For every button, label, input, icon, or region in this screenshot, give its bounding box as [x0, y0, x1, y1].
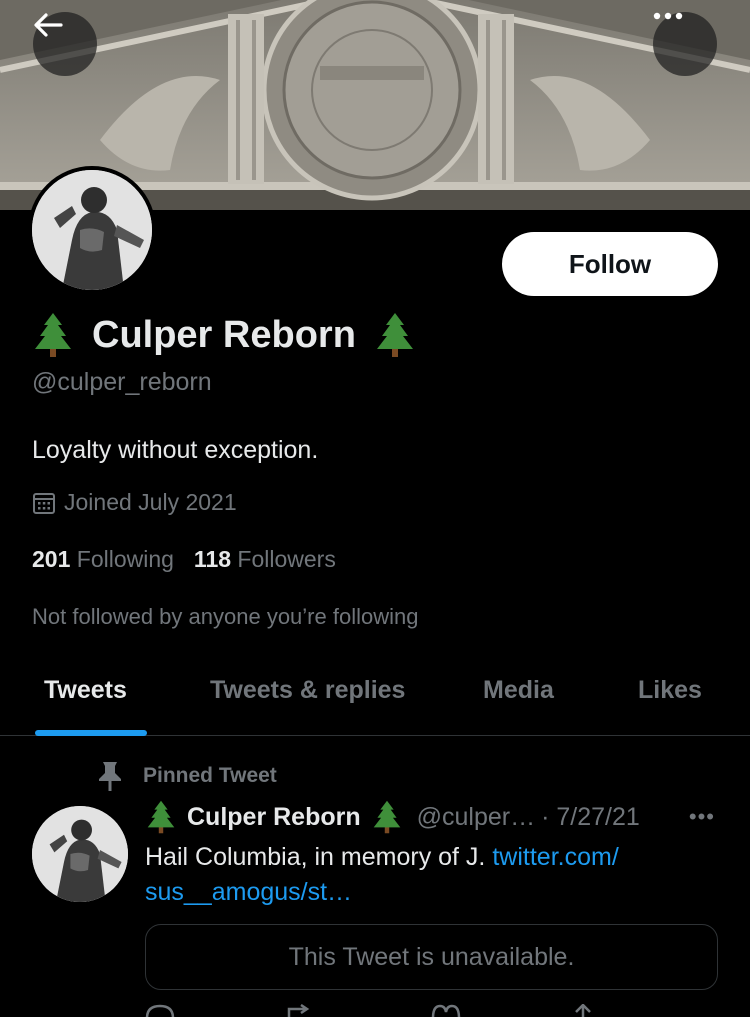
- like-icon[interactable]: [431, 1004, 461, 1017]
- tab-tweets-replies[interactable]: Tweets & replies: [210, 676, 405, 705]
- profile-tabs: Tweets Tweets & replies Media Likes: [0, 662, 750, 736]
- profile-bio: Loyalty without exception.: [32, 436, 319, 464]
- evergreen-tree-icon: [376, 313, 413, 357]
- tweet-text: Hail Columbia, in memory of J. twitter.c…: [145, 840, 705, 910]
- profile-avatar[interactable]: [28, 166, 156, 294]
- tab-likes[interactable]: Likes: [638, 676, 702, 705]
- followers-link[interactable]: 118 Followers: [194, 546, 336, 573]
- following-label: Following: [76, 546, 174, 572]
- back-button[interactable]: [33, 12, 97, 76]
- tweet-actions: [145, 1004, 625, 1017]
- joined-text: Joined July 2021: [64, 489, 237, 515]
- joined-date: Joined July 2021: [32, 489, 237, 516]
- tweet-header: Culper Reborn @culper… · 7/27/21 •••: [145, 800, 725, 834]
- tab-media[interactable]: Media: [483, 676, 554, 705]
- tweet-date[interactable]: · 7/27/21: [541, 803, 640, 832]
- followers-label: Followers: [237, 546, 336, 572]
- following-link[interactable]: 201 Following: [32, 546, 174, 573]
- tweet-author-avatar[interactable]: [32, 806, 128, 902]
- reply-icon[interactable]: [145, 1004, 175, 1017]
- tweet-author-handle[interactable]: @culper…: [417, 803, 535, 832]
- display-name: Culper Reborn: [32, 312, 416, 358]
- profile-handle: @culper_reborn: [32, 368, 212, 396]
- tweet-body: Hail Columbia, in memory of J.: [145, 843, 486, 871]
- display-name-text: Culper Reborn: [92, 313, 356, 356]
- active-tab-indicator: [35, 730, 147, 736]
- evergreen-tree-icon: [147, 800, 175, 834]
- pin-icon: [99, 762, 121, 791]
- arrow-left-icon: [34, 13, 63, 37]
- evergreen-tree-icon: [35, 313, 71, 357]
- tab-tweets[interactable]: Tweets: [44, 676, 127, 705]
- retweet-icon[interactable]: [285, 1004, 321, 1017]
- following-count: 201: [32, 546, 71, 572]
- tweet-link-part2[interactable]: sus__amogus/st…: [145, 878, 352, 906]
- followers-count: 118: [193, 546, 232, 572]
- tweet-more-icon[interactable]: •••: [689, 804, 715, 830]
- pinned-text: Pinned Tweet: [143, 764, 277, 787]
- tweet-link-part1[interactable]: twitter.com/: [492, 843, 618, 871]
- more-options-button[interactable]: [653, 12, 717, 76]
- unavailable-quote-card: This Tweet is unavailable.: [145, 924, 718, 990]
- calendar-icon: [33, 492, 55, 514]
- statue-avatar-image: [32, 170, 152, 290]
- unavailable-text: This Tweet is unavailable.: [288, 942, 575, 971]
- follow-button[interactable]: Follow: [502, 232, 718, 296]
- follow-stats: 201 Following 118 Followers: [32, 546, 336, 573]
- tweet-author-name[interactable]: Culper Reborn: [187, 803, 361, 832]
- share-icon[interactable]: [571, 1004, 595, 1017]
- more-horizontal-icon: [653, 12, 683, 20]
- not-followed-notice: Not followed by anyone you’re following: [32, 604, 419, 629]
- pinned-label: Pinned Tweet: [97, 760, 277, 792]
- statue-avatar-image: [32, 806, 128, 902]
- evergreen-tree-icon: [373, 800, 400, 834]
